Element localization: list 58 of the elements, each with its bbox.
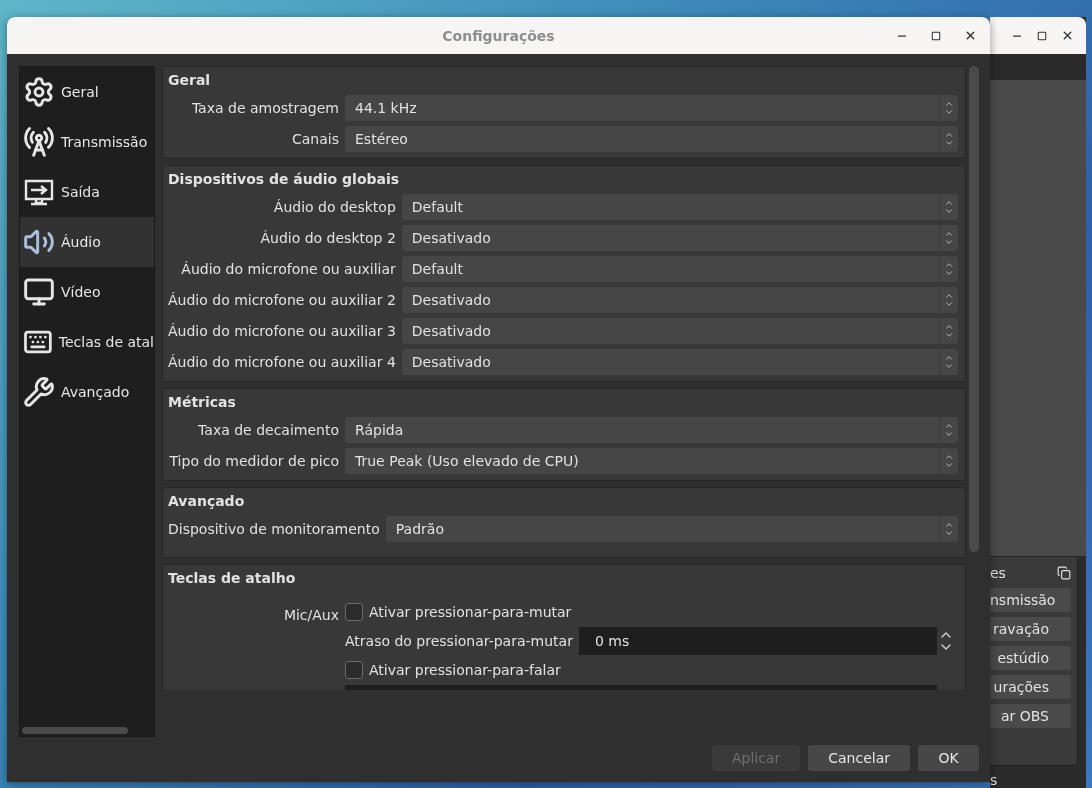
sidebar-item[interactable]: Saída — [20, 167, 154, 217]
status-text: s — [990, 771, 999, 788]
checkbox-label: Ativar pressionar-para-mutar — [369, 603, 572, 622]
maximize-icon[interactable] — [1037, 30, 1047, 41]
field-label: Áudio do desktop 2 — [259, 229, 396, 248]
field-label: Taxa de decaimento — [197, 421, 339, 440]
field-label: Áudio do microfone ou auxiliar 2 — [168, 291, 396, 310]
checkbox[interactable] — [345, 661, 363, 679]
dock-title: es — [990, 565, 1006, 581]
dialog-button[interactable]: OK — [918, 745, 979, 771]
field-label: Áudio do desktop — [272, 198, 396, 217]
dropdown[interactable]: Desativado — [401, 318, 958, 344]
dock-button[interactable]: ravação — [990, 617, 1071, 641]
gear-icon — [23, 76, 55, 108]
group-title: Dispositivos de áudio globais — [168, 170, 401, 189]
dropdown[interactable]: 44.1 kHz — [345, 95, 958, 121]
float-icon[interactable] — [1057, 566, 1071, 580]
field-label: Dispositivo de monitoramento — [168, 520, 380, 539]
field-label: Atraso do pressionar-para-mutar — [345, 632, 573, 651]
dock-button[interactable]: nsmissão — [990, 588, 1071, 612]
sidebar-item[interactable]: Teclas de atal — [20, 317, 154, 367]
group-title: Métricas — [168, 393, 237, 412]
dropdown[interactable]: Padrão — [385, 516, 958, 542]
sidebar-item[interactable]: Avançado — [20, 367, 154, 417]
checkbox-label: Ativar pressionar-para-falar — [369, 661, 561, 680]
dropdown[interactable]: Desativado — [401, 287, 958, 313]
dropdown[interactable]: Desativado — [401, 349, 958, 375]
field-label: Canais — [291, 130, 339, 149]
group-title: Teclas de atalho — [168, 569, 297, 588]
group-title: Avançado — [168, 492, 246, 511]
field-label: Tipo do medidor de pico — [168, 452, 339, 471]
sidebar-item[interactable]: Áudio — [20, 217, 154, 267]
field-label: Áudio do microfone ou auxiliar 3 — [168, 322, 396, 341]
checkbox[interactable] — [345, 603, 363, 621]
sidebar-item[interactable]: Transmissão — [20, 117, 154, 167]
field-label: Áudio do microfone ou auxiliar 4 — [168, 353, 396, 372]
window-title: Configurações — [442, 27, 555, 44]
source-label: Mic/Aux — [282, 606, 339, 625]
monitor-icon — [23, 276, 55, 308]
close-icon[interactable] — [1061, 29, 1074, 42]
dropdown[interactable]: Default — [401, 194, 958, 220]
dock-button[interactable]: urações — [990, 675, 1071, 699]
field-label: Taxa de amostragem — [190, 99, 339, 118]
dropdown[interactable]: Rápida — [345, 417, 958, 443]
radio-tower-icon — [23, 126, 55, 158]
number-field[interactable]: 0 ms — [578, 627, 937, 655]
group-title: Geral — [168, 71, 212, 90]
dropdown[interactable]: Desativado — [401, 225, 958, 251]
dropdown[interactable]: Estéreo — [345, 126, 958, 152]
wrench-icon — [23, 376, 55, 408]
sidebar-item[interactable]: Vídeo — [20, 267, 154, 317]
dock-button[interactable]: ar OBS — [990, 704, 1071, 728]
dropdown[interactable]: True Peak (Uso elevado de CPU) — [345, 448, 958, 474]
dialog-button[interactable]: Cancelar — [808, 745, 910, 771]
dock-button[interactable]: estúdio — [990, 646, 1071, 670]
field-label: Áudio do microfone ou auxiliar — [180, 260, 396, 279]
sidebar-item[interactable]: Geral — [20, 67, 154, 117]
dropdown[interactable]: Default — [401, 256, 958, 282]
